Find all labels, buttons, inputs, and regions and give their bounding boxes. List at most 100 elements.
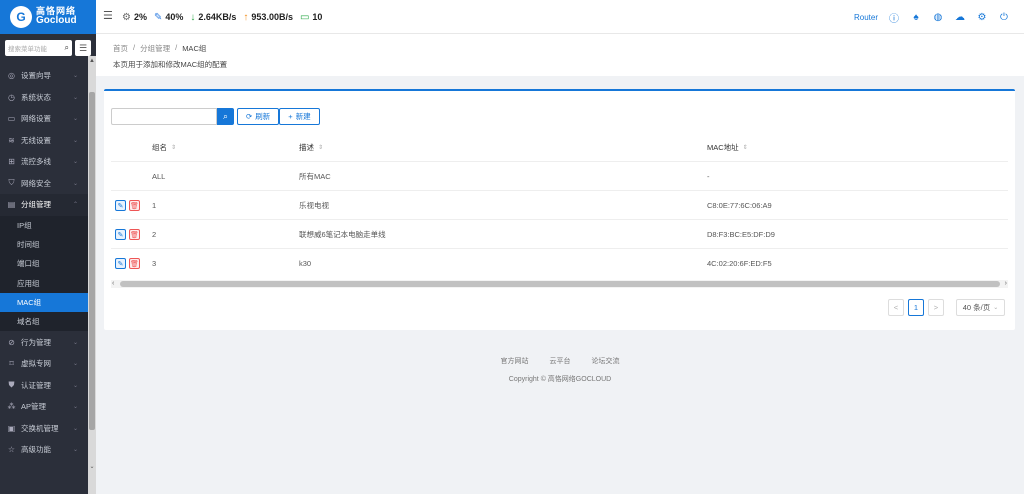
table-row: ✎ 🗑 3 k30 4C:02:20:6F:ED:F5	[111, 249, 1008, 278]
edit-icon[interactable]: ✎	[115, 200, 126, 211]
sidebar-sub-ip-group[interactable]: IP组	[0, 216, 88, 235]
menu-collapse-icon[interactable]: ☰	[103, 11, 114, 22]
scroll-right-icon[interactable]: ›	[1005, 280, 1007, 288]
sidebar-item-ap[interactable]: ⁂ AP管理 ⌄	[0, 396, 88, 418]
sidebar-sub-port-group[interactable]: 端口组	[0, 254, 88, 273]
footer-link-official[interactable]: 官方网站	[501, 356, 529, 366]
footer-link-cloud[interactable]: 云平台	[550, 356, 571, 366]
sidebar-sub-time-group[interactable]: 时间组	[0, 235, 88, 254]
ban-icon: ⊘	[8, 337, 15, 347]
sidebar-item-advanced[interactable]: ☆ 高级功能 ⌄	[0, 439, 88, 461]
page-size-select[interactable]: 40 条/页 ⌄	[956, 299, 1005, 316]
info-icon[interactable]: ⓘ	[888, 11, 900, 25]
chevron-down-icon: ⌄	[72, 137, 78, 144]
exit-icon[interactable]: ⏻	[998, 11, 1010, 23]
chevron-down-icon: ⌄	[72, 94, 78, 101]
sidebar-sub-app-group[interactable]: 应用组	[0, 273, 88, 292]
chevron-down-icon: ⌄	[72, 116, 78, 123]
sidebar-item-auth[interactable]: ⛊ 认证管理 ⌄	[0, 374, 88, 396]
sidebar-item-system-status[interactable]: ◷ 系统状态 ⌄	[0, 87, 88, 109]
table-scroll-thumb[interactable]	[120, 281, 1000, 287]
chevron-down-icon: ⌄	[72, 159, 78, 166]
scroll-up-icon[interactable]: ▲	[88, 56, 96, 66]
trash-icon[interactable]: 🗑	[129, 258, 140, 269]
chevron-down-icon: ⌄	[72, 382, 78, 389]
scroll-down-icon[interactable]: ⌄	[88, 462, 96, 472]
sort-icon[interactable]: ⇕	[318, 144, 323, 151]
footer-links: 官方网站 云平台 论坛交流	[96, 356, 1024, 366]
page-1-button[interactable]: 1	[908, 299, 924, 316]
column-header-name[interactable]: 组名 ⇕	[152, 133, 176, 162]
trash-icon[interactable]: 🗑	[129, 200, 140, 211]
chevron-down-icon: ⌄	[72, 361, 78, 368]
refresh-icon: ⟳	[246, 112, 253, 121]
sort-icon[interactable]: ⇕	[743, 144, 748, 151]
mac-group-table: 组名 ⇕ 描述 ⇕ MAC地址 ⇕ ALL 所有MAC - ✎ 🗑 1 乐视电视 C8…	[111, 133, 1008, 278]
cloud-logo-icon: G	[10, 6, 32, 28]
breadcrumb: 首页 / 分组管理 / MAC组	[113, 43, 207, 54]
search-button[interactable]: ⌕	[217, 108, 234, 125]
footer-link-forum[interactable]: 论坛交流	[592, 356, 620, 366]
menu-list-icon[interactable]: ☰	[75, 40, 91, 56]
next-page-button[interactable]: >	[928, 299, 944, 316]
sidebar-sub-domain-group[interactable]: 域名组	[0, 312, 88, 331]
table-horizontal-scrollbar[interactable]: ‹ ›	[111, 280, 1008, 288]
menu-search-input[interactable]: 搜索菜单功能 ⌕	[5, 40, 72, 56]
ap-icon: ⁂	[7, 402, 16, 412]
sidebar-item-flow-control[interactable]: ⊞ 流控多线 ⌄	[0, 151, 88, 173]
sidebar-item-group-management[interactable]: ▤ 分组管理 ⌃	[0, 194, 88, 216]
footer: 官方网站 云平台 论坛交流 Copyright © 高恪网络GOCLOUD	[96, 356, 1024, 384]
sidebar-nav: ◎ 设置向导 ⌄ ◷ 系统状态 ⌄ ▭ 网络设置 ⌄ ≋ 无线设置 ⌄ ⊞ 流控…	[0, 65, 88, 460]
search-icon[interactable]: ⌕	[65, 43, 69, 53]
column-header-mac[interactable]: MAC地址 ⇕	[707, 133, 748, 162]
sidebar-item-wireless[interactable]: ≋ 无线设置 ⌄	[0, 130, 88, 152]
table-row: ALL 所有MAC -	[111, 162, 1008, 191]
brand-logo[interactable]: G 高恪网络 Gocloud	[0, 0, 96, 34]
monitor-icon: ▭	[7, 114, 16, 124]
column-header-desc[interactable]: 描述 ⇕	[299, 133, 323, 162]
group-submenu: IP组 时间组 端口组 应用组 MAC组 域名组	[0, 215, 88, 332]
sidebar-scroll-thumb[interactable]	[89, 92, 95, 430]
router-mode-link[interactable]: Router	[854, 13, 878, 22]
memory-icon: ✎	[153, 11, 163, 23]
trash-icon[interactable]: 🗑	[129, 229, 140, 240]
download-stat: ↓ 2.64KB/s	[190, 11, 237, 23]
shirt-icon[interactable]: ♠	[910, 11, 922, 23]
breadcrumb-parent[interactable]: 分组管理	[140, 43, 170, 54]
sidebar-item-network-settings[interactable]: ▭ 网络设置 ⌄	[0, 108, 88, 130]
sidebar-item-setup-wizard[interactable]: ◎ 设置向导 ⌄	[0, 65, 88, 87]
edit-icon[interactable]: ✎	[115, 229, 126, 240]
cloud-upload-icon[interactable]: ☁	[954, 11, 966, 23]
row-actions: ✎ 🗑	[115, 220, 140, 249]
gear-icon[interactable]: ⚙	[976, 11, 988, 23]
refresh-button[interactable]: ⟳ 刷新	[237, 108, 280, 125]
chevron-down-icon: ⌄	[72, 447, 78, 454]
status-bar: ⚙ 2% ✎ 40% ↓ 2.64KB/s ↑ 953.00B/s ▭ 10	[122, 0, 322, 34]
shield-icon: ⛉	[8, 178, 15, 188]
sidebar-sub-mac-group[interactable]: MAC组	[0, 292, 88, 312]
upload-stat: ↑ 953.00B/s	[243, 11, 293, 23]
sidebar-item-security[interactable]: ⛉ 网络安全 ⌄	[0, 173, 88, 195]
brand-name-en: Gocloud	[36, 15, 77, 27]
table-row: ✎ 🗑 1 乐视电视 C8:0E:77:6C:06:A9	[111, 191, 1008, 220]
edit-icon[interactable]: ✎	[115, 258, 126, 269]
sidebar-item-vpn[interactable]: ⌑ 虚拟专网 ⌄	[0, 353, 88, 375]
arrow-down-icon: ↓	[190, 11, 196, 23]
arrow-up-icon: ↑	[243, 11, 249, 23]
page-header: 首页 / 分组管理 / MAC组 本页用于添加和修改MAC组的配置	[96, 34, 1024, 76]
search-input[interactable]	[111, 108, 217, 125]
prev-page-button[interactable]: <	[888, 299, 904, 316]
sidebar-item-behavior[interactable]: ⊘ 行为管理 ⌄	[0, 331, 88, 353]
copyright: Copyright © 高恪网络GOCLOUD	[508, 376, 612, 383]
new-button[interactable]: + 新建	[279, 108, 320, 125]
table-toolbar: ⌕ ⟳ 刷新 + 新建	[111, 108, 320, 125]
sort-icon[interactable]: ⇕	[171, 144, 176, 151]
globe-icon[interactable]: ◍	[932, 11, 944, 23]
sidebar-search: 搜索菜单功能 ⌕ ☰	[5, 40, 91, 56]
vpn-icon: ⌑	[9, 359, 14, 369]
breadcrumb-home[interactable]: 首页	[113, 43, 128, 54]
sidebar: 搜索菜单功能 ⌕ ☰ ◎ 设置向导 ⌄ ◷ 系统状态 ⌄ ▭ 网络设置 ⌄ ≋ …	[0, 34, 96, 494]
cpu-icon: ⚙	[122, 11, 131, 23]
sidebar-item-switch[interactable]: ▣ 交换机管理 ⌄	[0, 417, 88, 439]
scroll-left-icon[interactable]: ‹	[112, 280, 114, 288]
